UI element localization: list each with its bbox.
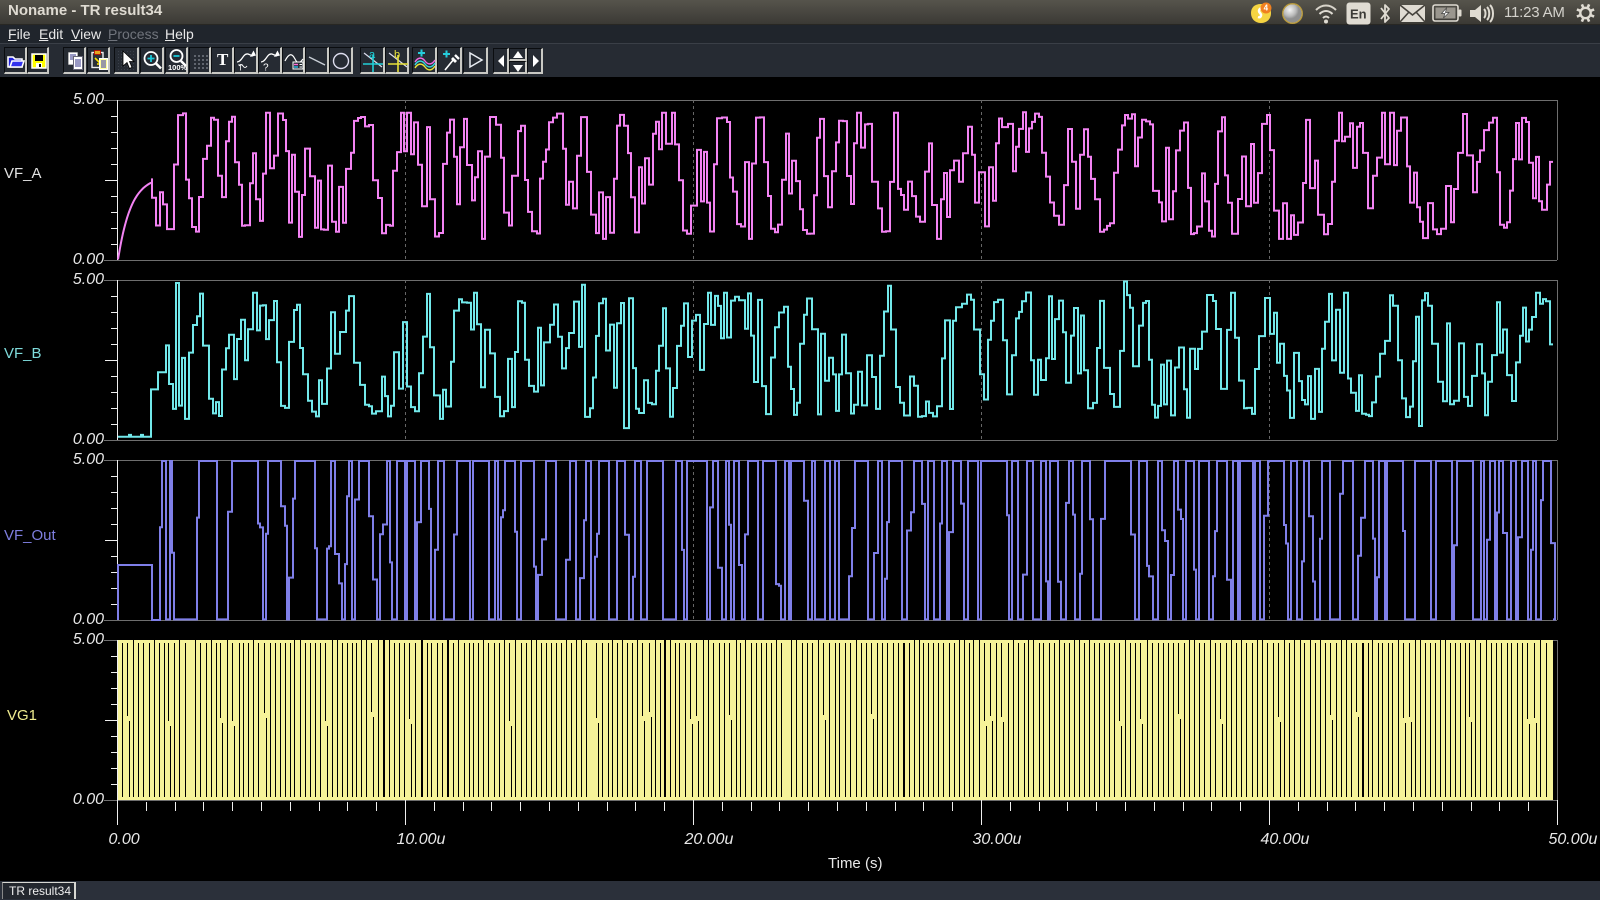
svg-text:?: ? (263, 63, 269, 72)
svg-text:En: En (1350, 7, 1367, 22)
svg-text:4: 4 (1264, 4, 1269, 13)
svg-text:a: a (369, 49, 376, 61)
svg-text:T: T (238, 64, 243, 72)
svg-text:100%: 100% (168, 63, 188, 71)
svg-text:b: b (394, 49, 400, 61)
